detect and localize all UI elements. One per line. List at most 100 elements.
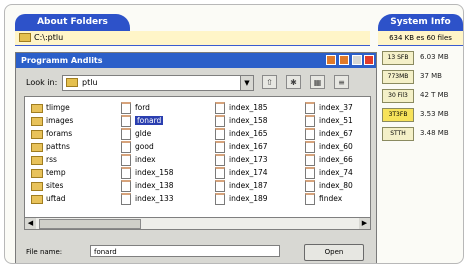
list-item[interactable]: index_167 xyxy=(215,140,295,153)
horizontal-scrollbar[interactable]: ◀ ▶ xyxy=(24,217,371,230)
list-item[interactable]: index_66 xyxy=(305,153,385,166)
folder-icon xyxy=(31,116,43,126)
look-in-row: Look in: ptlu ▼ ⇧ ✱ ▦ ≡ xyxy=(26,75,371,91)
file-column: tlimge images forams pattns rss temp sit… xyxy=(31,101,111,205)
scrollbar-thumb[interactable] xyxy=(39,219,141,229)
file-icon xyxy=(215,193,225,205)
list-item-selected[interactable]: fonard xyxy=(121,114,201,127)
folder-icon xyxy=(31,181,43,191)
look-in-label: Look in: xyxy=(26,78,58,87)
look-in-dropdown[interactable]: ptlu ▼ xyxy=(62,75,254,91)
list-item[interactable]: forams xyxy=(31,127,111,140)
list-item[interactable]: sites xyxy=(31,179,111,192)
filename-input[interactable]: fonard xyxy=(90,245,280,257)
file-icon xyxy=(215,128,225,140)
list-item[interactable]: uftad xyxy=(31,192,111,205)
list-item[interactable]: index_158 xyxy=(215,114,295,127)
scroll-left-icon[interactable]: ◀ xyxy=(25,218,36,229)
list-item[interactable]: index_185 xyxy=(215,101,295,114)
chevron-down-icon[interactable]: ▼ xyxy=(240,76,253,90)
file-icon xyxy=(305,115,315,127)
system-row: 30 Fil3 42 T MB xyxy=(382,87,462,103)
list-item[interactable]: glde xyxy=(121,127,201,140)
file-icon xyxy=(215,167,225,179)
up-folder-button[interactable]: ⇧ xyxy=(262,75,277,89)
folder-icon xyxy=(66,78,78,87)
file-column: index_185 index_158 index_165 index_167 … xyxy=(215,101,295,205)
list-item[interactable]: index_187 xyxy=(215,179,295,192)
path-text: C:\:ptlu xyxy=(34,33,64,42)
help-button[interactable] xyxy=(352,55,362,65)
list-item[interactable]: index_173 xyxy=(215,153,295,166)
new-folder-button[interactable]: ✱ xyxy=(286,75,301,89)
folder-icon xyxy=(31,194,43,204)
file-icon xyxy=(215,141,225,153)
list-item[interactable]: index_138 xyxy=(121,179,201,192)
minimize-button[interactable] xyxy=(326,55,336,65)
file-list[interactable]: tlimge images forams pattns rss temp sit… xyxy=(24,96,371,218)
list-item[interactable]: index_37 xyxy=(305,101,385,114)
list-item[interactable]: rss xyxy=(31,153,111,166)
list-item[interactable]: index_67 xyxy=(305,127,385,140)
file-icon xyxy=(305,102,315,114)
file-icon xyxy=(121,193,131,205)
list-item[interactable]: index_174 xyxy=(215,166,295,179)
file-icon xyxy=(215,102,225,114)
system-value: 6.03 MB xyxy=(420,53,449,61)
folder-icon xyxy=(31,155,43,165)
list-view-button[interactable]: ▦ xyxy=(310,75,325,89)
list-item[interactable]: pattns xyxy=(31,140,111,153)
list-item[interactable]: index_189 xyxy=(215,192,295,205)
system-value: 42 T MB xyxy=(420,91,449,99)
file-icon xyxy=(121,128,131,140)
scroll-right-icon[interactable]: ▶ xyxy=(359,218,370,229)
open-button[interactable]: Open xyxy=(304,244,364,261)
app-frame: About Folders System Info C:\:ptlu 634 K… xyxy=(4,4,464,264)
system-value: 3.53 MB xyxy=(420,110,449,118)
look-in-value: ptlu xyxy=(82,78,98,87)
list-item[interactable]: index_158 xyxy=(121,166,201,179)
file-dialog: Programm Andlits Look in: ptlu ▼ ⇧ ✱ ▦ ≡… xyxy=(15,52,377,263)
folder-icon xyxy=(31,168,43,178)
list-item[interactable]: index_74 xyxy=(305,166,385,179)
list-item[interactable]: findex xyxy=(305,192,385,205)
path-bar: C:\:ptlu xyxy=(15,31,370,46)
folder-icon xyxy=(19,33,31,42)
system-value: 3.48 MB xyxy=(420,129,449,137)
filename-label: File name: xyxy=(26,248,63,256)
file-icon xyxy=(305,128,315,140)
list-item[interactable]: temp xyxy=(31,166,111,179)
file-icon xyxy=(215,154,225,166)
system-chip: 13 SFB xyxy=(382,51,414,65)
folder-icon xyxy=(31,129,43,139)
list-item[interactable]: images xyxy=(31,114,111,127)
file-icon xyxy=(305,193,315,205)
maximize-button[interactable] xyxy=(339,55,349,65)
system-row: STTH 3.48 MB xyxy=(382,125,462,141)
list-item[interactable]: tlimge xyxy=(31,101,111,114)
system-row: 773MB 37 MB xyxy=(382,68,462,84)
close-button[interactable] xyxy=(364,55,374,65)
file-column: ford fonard glde good index index_158 in… xyxy=(121,101,201,205)
list-item[interactable]: good xyxy=(121,140,201,153)
system-summary: 634 KB es 60 files xyxy=(378,31,463,46)
list-item[interactable]: index_80 xyxy=(305,179,385,192)
system-chip: 3T3FB xyxy=(382,108,414,122)
details-view-button[interactable]: ≡ xyxy=(334,75,349,89)
list-item[interactable]: ford xyxy=(121,101,201,114)
list-item[interactable]: index xyxy=(121,153,201,166)
file-icon xyxy=(305,141,315,153)
filename-row: File name: fonard Open xyxy=(26,244,371,261)
tab-about-folders[interactable]: About Folders xyxy=(15,14,130,31)
list-item[interactable]: index_51 xyxy=(305,114,385,127)
file-icon xyxy=(121,180,131,192)
list-item[interactable]: index_133 xyxy=(121,192,201,205)
system-chip: STTH xyxy=(382,127,414,141)
file-icon xyxy=(305,167,315,179)
tab-system-info[interactable]: System Info xyxy=(378,14,463,31)
list-item[interactable]: index_165 xyxy=(215,127,295,140)
folder-icon xyxy=(31,103,43,113)
file-icon xyxy=(121,141,131,153)
folder-icon xyxy=(31,142,43,152)
list-item[interactable]: index_60 xyxy=(305,140,385,153)
